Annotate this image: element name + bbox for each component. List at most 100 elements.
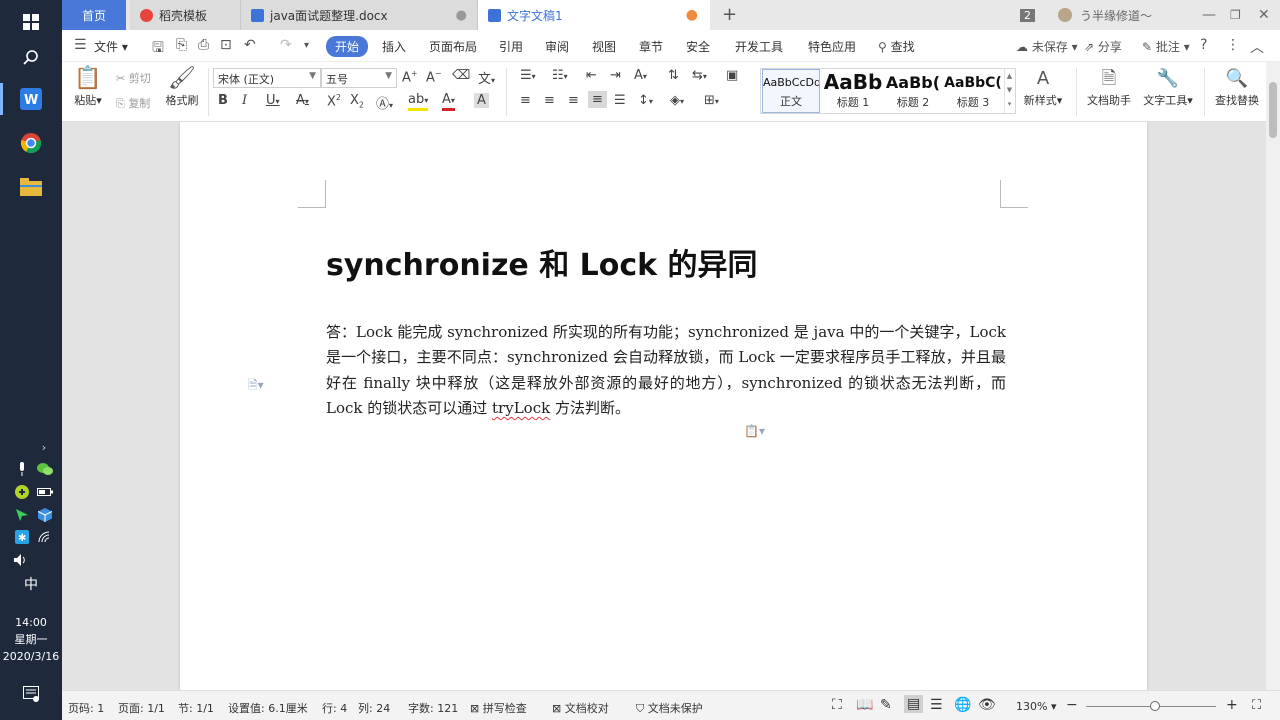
italic-icon[interactable]: I bbox=[242, 93, 247, 108]
unsaved-status[interactable]: ☁ 未保存 ▾ bbox=[1016, 38, 1078, 55]
document-heading[interactable]: synchronize 和 Lock 的异同 bbox=[326, 240, 758, 284]
wechat-icon[interactable] bbox=[36, 460, 54, 478]
unsaved-dot-icon[interactable]: ● bbox=[686, 7, 698, 23]
print-preview-icon[interactable]: ⊡ bbox=[220, 37, 232, 53]
print-icon[interactable]: ⎙ bbox=[198, 37, 209, 53]
microphone-icon[interactable] bbox=[13, 460, 31, 478]
tab-java-doc[interactable]: java面试题整理.docx ● bbox=[240, 0, 478, 30]
spell-error-word[interactable]: tryLock bbox=[492, 399, 550, 417]
text-effect-icon[interactable]: Ⓐ▾ bbox=[376, 93, 393, 112]
help-icon[interactable]: ? bbox=[1200, 37, 1207, 53]
volume-icon[interactable] bbox=[13, 551, 31, 569]
status-page-number[interactable]: 页码: 1 bbox=[68, 700, 104, 716]
outline-view-icon[interactable]: ☰ bbox=[930, 697, 943, 713]
cut-button[interactable]: ✂ 剪切 bbox=[116, 70, 151, 86]
output-pdf-icon[interactable]: ⎘ bbox=[176, 37, 187, 53]
font-color-icon[interactable]: A▾ bbox=[442, 93, 455, 111]
menu-security[interactable]: 安全 bbox=[686, 38, 710, 55]
style-heading-2[interactable]: AaBb( 标题 2 bbox=[883, 69, 943, 113]
user-account[interactable]: う半缘修道～ bbox=[1058, 0, 1152, 30]
collapse-ribbon-chevron-icon[interactable]: ︿ bbox=[1250, 37, 1264, 57]
status-setting-value[interactable]: 设置值: 6.1厘米 bbox=[228, 700, 308, 716]
strikethrough-icon[interactable]: A▾ bbox=[296, 93, 309, 108]
comment-button[interactable]: ✎ 批注 ▾ bbox=[1142, 38, 1190, 55]
style-heading-1[interactable]: AaBb 标题 1 bbox=[823, 69, 883, 113]
menu-home[interactable]: 开始 bbox=[326, 36, 369, 57]
status-word-count[interactable]: 字数: 121 bbox=[408, 700, 458, 716]
menu-view[interactable]: 视图 bbox=[592, 38, 616, 55]
clear-format-icon[interactable]: ⌫ bbox=[452, 68, 470, 83]
shading-fill-icon[interactable]: ◈▾ bbox=[670, 93, 684, 108]
paste-options-icon[interactable]: 📋▾ bbox=[744, 424, 765, 438]
tab-home[interactable]: 首页 bbox=[62, 0, 126, 30]
document-canvas[interactable]: synchronize 和 Lock 的异同 答：Lock 能完成 synchr… bbox=[62, 122, 1266, 690]
writing-mode-icon[interactable]: ✎ bbox=[880, 697, 892, 713]
undo-icon[interactable]: ↶ bbox=[244, 37, 256, 53]
share-button[interactable]: ⇗ 分享 bbox=[1084, 38, 1122, 55]
find-replace-button[interactable]: 🔍 查找替换 bbox=[1212, 66, 1262, 108]
notification-icon[interactable] bbox=[22, 685, 40, 703]
tray-blue-app-icon[interactable]: ✱ bbox=[13, 528, 31, 546]
restore-icon[interactable]: ❐ bbox=[1230, 0, 1241, 30]
menu-chapter[interactable]: 章节 bbox=[639, 38, 663, 55]
justify-icon[interactable]: ≡ bbox=[588, 91, 607, 108]
taskbar-search-button[interactable] bbox=[0, 36, 62, 80]
menu-page-layout[interactable]: 页面布局 bbox=[429, 38, 477, 55]
sort-icon[interactable]: ⇅ bbox=[668, 68, 679, 83]
subscript-icon[interactable]: X2 bbox=[350, 93, 364, 110]
zoom-in-icon[interactable]: + bbox=[1226, 697, 1238, 713]
document-paragraph[interactable]: 答：Lock 能完成 synchronized 所实现的所有功能；synchro… bbox=[326, 320, 1006, 421]
align-right-icon[interactable]: ≡ bbox=[568, 93, 579, 108]
minimize-icon[interactable]: — bbox=[1202, 0, 1216, 30]
tray-arrow-icon[interactable] bbox=[13, 506, 31, 524]
chinese-layout-icon[interactable]: A▾ bbox=[634, 68, 647, 83]
styles-scroll[interactable]: ▲ ▼ ▾ bbox=[1004, 69, 1014, 113]
align-left-icon[interactable]: ≡ bbox=[520, 93, 531, 108]
tab-text-doc-1[interactable]: 文字文稿1 ● bbox=[478, 0, 710, 30]
status-column[interactable]: 列: 24 bbox=[358, 700, 390, 716]
ime-indicator[interactable]: 中 bbox=[0, 577, 62, 594]
window-close-icon[interactable]: ✕ bbox=[1258, 0, 1270, 30]
fit-page-icon[interactable]: ⛶ bbox=[1252, 698, 1261, 713]
show-hide-marks-icon[interactable]: ⇆▾ bbox=[692, 68, 707, 83]
wifi-icon[interactable] bbox=[36, 528, 54, 546]
cube-icon[interactable] bbox=[36, 506, 54, 524]
eye-protection-icon[interactable]: 👁 bbox=[978, 697, 996, 713]
copy-button[interactable]: ⎘ 复制 bbox=[116, 95, 150, 111]
scrollbar-thumb[interactable] bbox=[1269, 82, 1277, 138]
paste-button[interactable]: 📋 粘贴▾ bbox=[70, 66, 106, 108]
taskbar-wps-button[interactable]: W bbox=[0, 77, 62, 121]
align-center-icon[interactable]: ≡ bbox=[544, 93, 555, 108]
menu-featured-apps[interactable]: 特色应用 bbox=[808, 38, 856, 55]
doc-assistant-button[interactable]: 🗎 文档助手 bbox=[1084, 66, 1134, 108]
decrease-indent-icon[interactable]: ⇤ bbox=[586, 68, 597, 83]
battery-icon[interactable] bbox=[36, 483, 54, 501]
proofread-button[interactable]: ⊠ 文档校对 bbox=[552, 700, 609, 716]
new-style-button[interactable]: A 新样式▾ bbox=[1020, 66, 1066, 108]
numbered-list-icon[interactable]: ☷▾ bbox=[552, 68, 568, 83]
document-page[interactable]: synchronize 和 Lock 的异同 答：Lock 能完成 synchr… bbox=[180, 122, 1147, 690]
hamburger-menu-icon[interactable]: ☰ bbox=[74, 37, 87, 53]
zoom-out-icon[interactable]: − bbox=[1066, 697, 1078, 713]
page-view-icon[interactable]: ▤ bbox=[904, 695, 924, 713]
borders-icon[interactable]: ⊞▾ bbox=[704, 93, 719, 108]
status-section[interactable]: 节: 1/1 bbox=[178, 700, 214, 716]
style-heading-3[interactable]: AaBbC( 标题 3 bbox=[943, 69, 1003, 113]
underline-icon[interactable]: U▾ bbox=[266, 93, 280, 108]
redo-icon[interactable]: ↷ bbox=[280, 37, 292, 53]
font-name-select[interactable]: 宋体 (正文) ▼ bbox=[213, 68, 321, 88]
character-shading-icon[interactable]: A bbox=[474, 93, 489, 108]
increase-indent-icon[interactable]: ⇥ bbox=[610, 68, 621, 83]
superscript-icon[interactable]: X2 bbox=[327, 93, 341, 109]
status-page[interactable]: 页面: 1/1 bbox=[118, 700, 165, 716]
paragraph-layout-icon[interactable]: 🗎▾ bbox=[248, 376, 264, 397]
protection-status[interactable]: ⛉ 文档未保护 bbox=[636, 700, 703, 716]
bold-icon[interactable]: B bbox=[218, 93, 228, 108]
new-tab-plus-icon[interactable]: + bbox=[722, 4, 737, 25]
distributed-align-icon[interactable]: ☰ bbox=[614, 93, 626, 108]
quick-access-dropdown-icon[interactable]: ▾ bbox=[304, 40, 309, 51]
menu-references[interactable]: 引用 bbox=[499, 38, 523, 55]
text-tools-button[interactable]: 🔧 文字工具▾ bbox=[1140, 66, 1196, 108]
style-normal[interactable]: AaBbCcDd 正文 bbox=[762, 69, 820, 113]
highlight-icon[interactable]: ab▾ bbox=[408, 93, 429, 111]
